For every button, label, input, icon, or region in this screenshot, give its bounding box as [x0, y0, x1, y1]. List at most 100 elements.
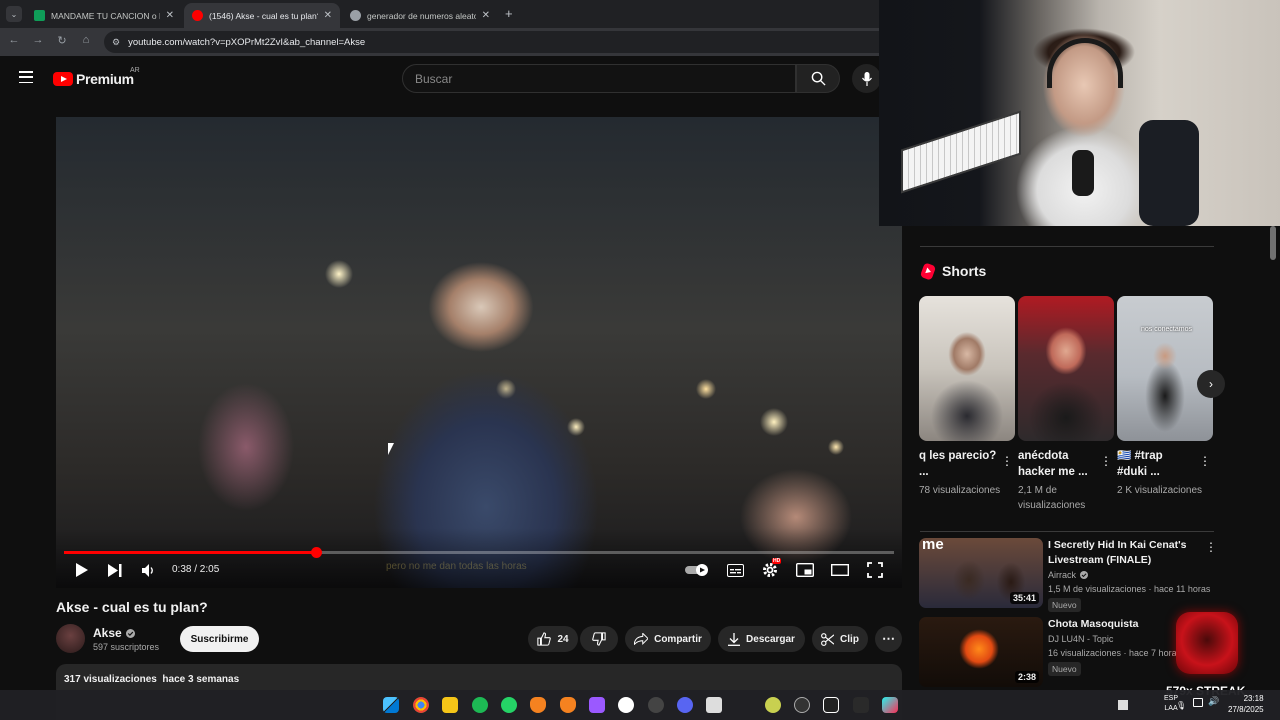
app-icon[interactable]: [765, 697, 781, 713]
mouse-cursor-icon: [388, 443, 394, 455]
app-icon[interactable]: [589, 697, 605, 713]
search-input[interactable]: Buscar: [402, 64, 796, 93]
volume-button[interactable]: [140, 561, 158, 579]
like-button[interactable]: 24: [528, 626, 578, 652]
taskbar-clock[interactable]: 23:18 27/8/2025: [1228, 693, 1264, 715]
fl-studio-icon[interactable]: [530, 697, 546, 713]
system-tray: 🎙: [1118, 690, 1186, 720]
back-icon[interactable]: ←: [7, 34, 21, 46]
progress-bar[interactable]: [64, 547, 894, 558]
home-icon[interactable]: ⌂: [79, 34, 93, 46]
channel-avatar[interactable]: [56, 624, 85, 653]
shorts-next-button[interactable]: ›: [1197, 370, 1225, 398]
address-bar[interactable]: ⚙ youtube.com/watch?v=pXOPrMt2ZvI&ab_cha…: [104, 31, 880, 53]
more-vertical-icon[interactable]: ⋮: [1205, 540, 1217, 554]
theater-mode-button[interactable]: [830, 561, 850, 579]
new-tab-button[interactable]: +: [505, 6, 513, 21]
thumbnail-text: me: [922, 538, 944, 553]
tab-search-button[interactable]: ⌄: [6, 6, 22, 22]
short-card[interactable]: anécdota hacker me ... ⋮ 2,1 M de visual…: [1018, 296, 1114, 511]
sidebar-scrollbar[interactable]: [1270, 226, 1276, 260]
app-icon[interactable]: [648, 697, 664, 713]
settings-button[interactable]: HD: [760, 558, 782, 579]
microphone-icon: [861, 71, 872, 86]
chair: [1139, 120, 1199, 226]
caption-text: pero no me dan todas las horas: [386, 561, 527, 572]
short-card[interactable]: q les parecio? ... ⋮ 78 visualizaciones: [919, 296, 1015, 496]
chevron-down-icon: ⌄: [10, 9, 18, 19]
close-tab-icon[interactable]: ✕: [324, 10, 332, 21]
subtitles-button[interactable]: [725, 561, 745, 579]
tray-app-icon[interactable]: [1118, 700, 1128, 710]
app-icon[interactable]: [853, 697, 869, 713]
play-button[interactable]: [72, 561, 90, 579]
miniplayer-button[interactable]: [795, 561, 815, 579]
windows-start-icon[interactable]: [383, 697, 399, 713]
google-favicon-icon: [350, 10, 361, 21]
shorts-heading: Shorts: [919, 261, 986, 281]
video-title[interactable]: I Secretly Hid In Kai Cenat's Livestream…: [1048, 538, 1203, 568]
share-icon: [634, 633, 649, 645]
download-button[interactable]: Descargar: [718, 626, 805, 652]
channel-name[interactable]: Akse: [93, 626, 135, 640]
obs-icon[interactable]: [618, 697, 634, 713]
microphone-tray-icon[interactable]: 🎙: [1176, 701, 1186, 710]
short-title[interactable]: anécdota hacker me ...: [1018, 448, 1096, 480]
download-icon: [728, 632, 741, 646]
short-title[interactable]: 🇺🇾 #trap #duki ...: [1117, 448, 1195, 480]
close-tab-icon[interactable]: ✕: [166, 10, 174, 21]
close-tab-icon[interactable]: ✕: [482, 10, 490, 21]
volume-tray-icon[interactable]: 🔊: [1208, 696, 1219, 707]
forward-icon[interactable]: →: [31, 34, 45, 46]
browser-tab-active[interactable]: (1546) Akse - cual es tu plan? - ✕: [184, 3, 340, 28]
more-vertical-icon[interactable]: ⋮: [1100, 454, 1112, 468]
channel-name[interactable]: DJ LU4N - Topic: [1048, 634, 1113, 644]
fullscreen-button[interactable]: [865, 561, 885, 579]
divider: [920, 531, 1214, 532]
autoplay-toggle[interactable]: [684, 561, 712, 579]
dislike-button[interactable]: [580, 626, 618, 652]
app-icon[interactable]: [794, 697, 810, 713]
app-icon[interactable]: [706, 697, 722, 713]
video-player[interactable]: 0:38 / 2:05 pero no me dan todas las hor…: [56, 117, 902, 588]
browser-tab[interactable]: MANDAME TU CANCION o BEAT ✕: [26, 3, 182, 28]
short-thumbnail[interactable]: [1018, 296, 1114, 441]
file-explorer-icon[interactable]: [442, 697, 458, 713]
app-icon[interactable]: [823, 697, 839, 713]
autoplay-icon: [685, 564, 708, 576]
clip-button[interactable]: Clip: [812, 626, 868, 652]
reload-icon[interactable]: ↻: [55, 34, 69, 47]
short-title[interactable]: q les parecio? ...: [919, 448, 997, 480]
subscribe-button[interactable]: Suscribirme: [180, 626, 259, 652]
network-icon[interactable]: [1193, 698, 1203, 707]
new-badge: Nuevo: [1048, 662, 1081, 676]
share-button[interactable]: Compartir: [625, 626, 711, 652]
short-card[interactable]: nos conectamos 🇺🇾 #trap #duki ... ⋮ 2 K …: [1117, 296, 1213, 496]
short-thumbnail[interactable]: nos conectamos: [1117, 296, 1213, 441]
discord-icon[interactable]: [677, 697, 693, 713]
spotify-icon[interactable]: [472, 697, 488, 713]
site-info-icon[interactable]: ⚙: [112, 37, 120, 48]
next-button[interactable]: [106, 561, 124, 579]
voice-search-button[interactable]: [852, 64, 881, 93]
more-vertical-icon[interactable]: ⋮: [1001, 454, 1013, 468]
browser-tab[interactable]: generador de numeros aleatorios ✕: [342, 3, 498, 28]
short-overlay-text: nos conectamos: [1141, 326, 1192, 333]
more-actions-button[interactable]: ⋯: [875, 626, 902, 652]
video-thumbnail[interactable]: 2:38: [919, 617, 1043, 687]
browser-tab-strip: ⌄ MANDAME TU CANCION o BEAT ✕ (1546) Aks…: [0, 0, 880, 28]
fullscreen-icon: [867, 562, 883, 578]
fl-studio-icon[interactable]: [560, 697, 576, 713]
search-button[interactable]: [796, 64, 840, 93]
video-thumbnail[interactable]: me 35:41: [919, 538, 1043, 608]
hamburger-menu-icon[interactable]: [19, 71, 33, 83]
more-vertical-icon[interactable]: ⋮: [1199, 454, 1211, 468]
youtube-premium-logo[interactable]: Premium: [53, 71, 134, 87]
video-frame-person: [356, 137, 616, 588]
channel-name[interactable]: Airrack: [1048, 570, 1089, 580]
windows-taskbar: [0, 690, 1280, 720]
tiktok-icon[interactable]: [882, 697, 898, 713]
short-thumbnail[interactable]: [919, 296, 1015, 441]
chrome-icon[interactable]: [413, 697, 429, 713]
whatsapp-icon[interactable]: [501, 697, 517, 713]
